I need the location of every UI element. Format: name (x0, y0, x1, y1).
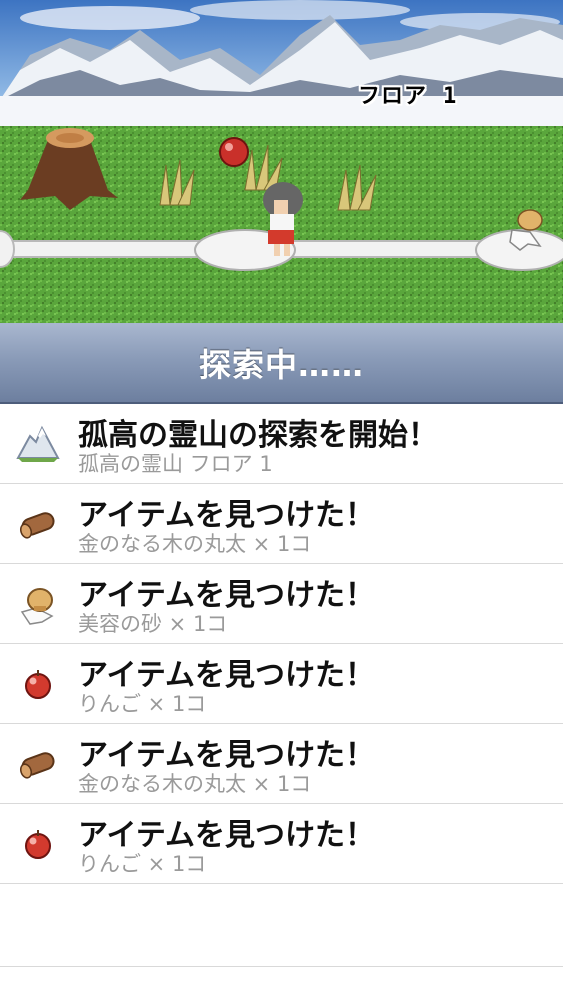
empty-list-row (0, 884, 563, 967)
mountain-icon (16, 425, 60, 462)
scene-background (0, 0, 563, 323)
log-subtitle: 金のなる木の丸太 × 1コ (78, 772, 312, 796)
apple-icon (25, 830, 51, 859)
log-icon (19, 512, 55, 539)
apple-icon (25, 670, 51, 699)
game-scene: フロア 1 (0, 0, 563, 323)
log-item[interactable]: アイテムを見つけた！ 金のなる木の丸太 × 1コ (0, 724, 563, 804)
status-bar: 探索中…… (0, 323, 563, 404)
sand-bag-icon (20, 588, 54, 625)
floor-number: 1 (443, 84, 458, 109)
floor-indicator: フロア 1 (358, 78, 457, 109)
log-subtitle: 孤高の霊山 フロア 1 (78, 452, 273, 476)
log-subtitle: りんご × 1コ (78, 852, 207, 876)
log-item[interactable]: アイテムを見つけた！ りんご × 1コ (0, 644, 563, 724)
log-item[interactable]: アイテムを見つけた！ 金のなる木の丸太 × 1コ (0, 484, 563, 564)
log-icon (19, 752, 55, 779)
log-item[interactable]: 孤高の霊山の探索を開始！ 孤高の霊山 フロア 1 (0, 404, 563, 484)
status-text: 探索中…… (198, 345, 364, 384)
log-item[interactable]: アイテムを見つけた！ 美容の砂 × 1コ (0, 564, 563, 644)
log-subtitle: りんご × 1コ (78, 692, 207, 716)
log-subtitle: 美容の砂 × 1コ (78, 612, 228, 636)
exploration-log: 孤高の霊山の探索を開始！ 孤高の霊山 フロア 1 アイテムを見つけた！ 金のなる… (0, 404, 563, 884)
log-subtitle: 金のなる木の丸太 × 1コ (78, 532, 312, 556)
log-item[interactable]: アイテムを見つけた！ りんご × 1コ (0, 804, 563, 884)
floor-label: フロア (358, 84, 428, 109)
